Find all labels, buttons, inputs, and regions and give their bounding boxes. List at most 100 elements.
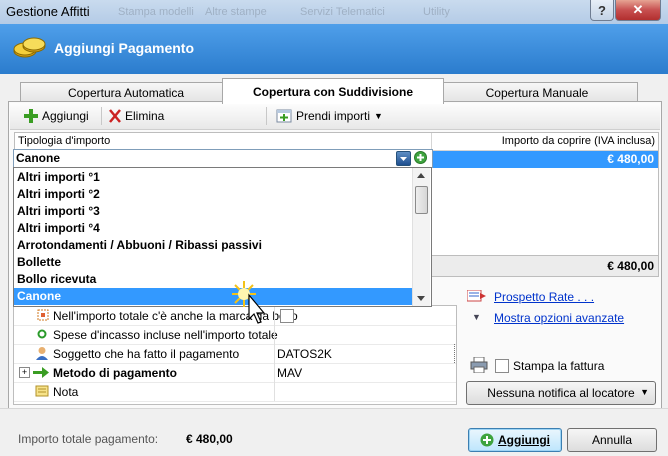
amount-type-combo[interactable]: Canone bbox=[13, 149, 433, 168]
dropdown-item[interactable]: Altri importi °3 bbox=[14, 203, 413, 220]
property-row-payment-method[interactable]: + Metodo di pagamento MAV bbox=[14, 363, 456, 383]
toolbar-divider bbox=[101, 107, 102, 125]
title-bar: Gestione Affitti Stampa modelli Altre st… bbox=[0, 0, 668, 24]
property-divider bbox=[274, 363, 275, 382]
scroll-down-button[interactable] bbox=[415, 292, 427, 304]
dropdown-item[interactable]: Arrotondamenti / Abbuoni / Ribassi passi… bbox=[14, 237, 413, 254]
print-invoice-label: Stampa la fattura bbox=[513, 359, 605, 373]
combo-dropdown-button[interactable] bbox=[396, 151, 411, 166]
scroll-thumb[interactable] bbox=[415, 186, 428, 214]
add-circle-icon bbox=[480, 433, 494, 447]
arrow-right-icon bbox=[33, 367, 49, 378]
dropdown-item[interactable]: Altri importi °2 bbox=[14, 186, 413, 203]
dialog-header: Aggiungi Pagamento bbox=[0, 24, 668, 74]
chevron-down-icon: ▼ bbox=[374, 111, 383, 121]
window-title: Gestione Affitti bbox=[6, 4, 90, 19]
add-payment-button[interactable]: Aggiungi bbox=[468, 428, 562, 452]
help-icon: ? bbox=[598, 2, 606, 18]
cancel-label: Annulla bbox=[591, 433, 633, 447]
help-button[interactable]: ? bbox=[590, 0, 614, 21]
combo-value: Canone bbox=[16, 151, 61, 165]
toolbar: Aggiungi Elimina Prendi importi ▼ bbox=[10, 103, 660, 130]
footer: Importo totale pagamento: € 480,00 Aggiu… bbox=[0, 408, 668, 456]
table-plus-icon bbox=[276, 109, 292, 123]
coins-icon bbox=[13, 37, 46, 58]
chevron-down-icon: ▼ bbox=[640, 387, 649, 397]
background-tab-4: Utility bbox=[423, 6, 450, 18]
total-payment-value: € 480,00 bbox=[186, 432, 233, 446]
tab-strip: Copertura Automatica Copertura con Suddi… bbox=[0, 74, 668, 104]
payment-method-value[interactable]: MAV bbox=[277, 366, 302, 380]
property-label: Nota bbox=[53, 385, 79, 399]
row-amount-value: € 480,00 bbox=[607, 152, 654, 166]
tab-automatic[interactable]: Copertura Automatica bbox=[20, 82, 232, 103]
cell-focus-border bbox=[454, 344, 456, 363]
column-type-header: Tipologia d'importo bbox=[18, 135, 111, 147]
printer-icon bbox=[470, 357, 488, 373]
property-row-fees[interactable]: Spese d'incasso incluse nell'importo tot… bbox=[14, 325, 456, 345]
expand-icon[interactable]: + bbox=[19, 367, 30, 378]
amount-type-dropdown: Altri importi °1 Altri importi °2 Altri … bbox=[13, 167, 432, 307]
background-tab-1: Stampa modelli bbox=[118, 6, 194, 18]
chevron-up-icon bbox=[417, 173, 425, 178]
print-invoice-checkbox[interactable] bbox=[495, 359, 509, 373]
property-row-note[interactable]: Nota bbox=[14, 382, 456, 402]
close-icon: ✕ bbox=[632, 2, 644, 17]
total-payment-label: Importo totale pagamento: bbox=[18, 432, 159, 446]
dialog-title: Aggiungi Pagamento bbox=[54, 40, 194, 56]
schedule-icon bbox=[466, 289, 487, 305]
chevron-down-icon bbox=[400, 157, 407, 161]
property-label: Metodo di pagamento bbox=[53, 366, 177, 380]
toolbar-divider bbox=[266, 107, 267, 125]
combo-add-button[interactable] bbox=[414, 151, 427, 164]
chevron-down-icon bbox=[417, 296, 425, 301]
grid-total-value: € 480,00 bbox=[607, 259, 654, 273]
property-divider bbox=[274, 344, 275, 363]
property-divider bbox=[274, 325, 275, 344]
delete-x-icon bbox=[109, 109, 121, 123]
payer-value[interactable]: DATOS2K bbox=[277, 347, 332, 361]
notification-select[interactable]: Nessuna notifica al locatore ▼ bbox=[466, 381, 656, 405]
background-tab-2: Altre stampe bbox=[205, 6, 267, 18]
dropdown-item[interactable]: Altri importi °4 bbox=[14, 220, 413, 237]
footer-divider bbox=[0, 408, 668, 409]
close-button[interactable]: ✕ bbox=[615, 0, 661, 21]
property-divider bbox=[274, 306, 275, 325]
delete-label: Elimina bbox=[125, 109, 165, 123]
dropdown-item[interactable]: Bollette bbox=[14, 254, 413, 271]
cancel-button[interactable]: Annulla bbox=[567, 428, 657, 452]
dropdown-item[interactable]: Altri importi °1 bbox=[14, 169, 413, 186]
property-divider bbox=[274, 382, 275, 401]
property-label: Spese d'incasso incluse nell'importo tot… bbox=[53, 328, 278, 342]
background-tab-3: Servizi Telematici bbox=[300, 6, 385, 18]
column-divider bbox=[431, 133, 432, 150]
property-label: Soggetto che ha fatto il pagamento bbox=[53, 347, 240, 361]
schedule-link[interactable]: Prospetto Rate . . . bbox=[494, 290, 594, 304]
scroll-up-button[interactable] bbox=[415, 170, 427, 182]
notification-select-value: Nessuna notifica al locatore bbox=[487, 386, 635, 400]
stamp-icon bbox=[37, 309, 49, 321]
person-icon bbox=[36, 347, 48, 360]
tab-subdivision-label: Copertura con Suddivisione bbox=[252, 84, 414, 99]
add-button[interactable]: Aggiungi bbox=[24, 107, 89, 125]
tab-automatic-label: Copertura Automatica bbox=[67, 86, 185, 100]
selected-row-amount[interactable]: € 480,00 bbox=[431, 151, 658, 168]
property-row-payer[interactable]: Soggetto che ha fatto il pagamento DATOS… bbox=[14, 344, 456, 364]
dropdown-scrollbar[interactable] bbox=[412, 168, 430, 306]
dropdown-item[interactable]: Bollo ricevuta bbox=[14, 271, 413, 288]
green-dot-icon bbox=[37, 329, 47, 339]
tab-manual[interactable]: Copertura Manuale bbox=[436, 82, 638, 103]
column-amount-header: Importo da coprire (IVA inclusa) bbox=[501, 135, 655, 147]
note-icon bbox=[35, 385, 49, 397]
stamp-included-checkbox[interactable] bbox=[280, 309, 294, 323]
advanced-options-link[interactable]: Mostra opzioni avanzate bbox=[494, 311, 624, 325]
chevron-down-icon: ▼ bbox=[472, 312, 481, 322]
add-circle-icon bbox=[414, 151, 427, 164]
dropdown-item-selected[interactable]: Canone bbox=[14, 288, 413, 305]
delete-button[interactable]: Elimina bbox=[109, 107, 164, 125]
tab-subdivision[interactable]: Copertura con Suddivisione bbox=[222, 78, 444, 104]
add-label: Aggiungi bbox=[42, 109, 89, 123]
fetch-amounts-button[interactable]: Prendi importi ▼ bbox=[276, 107, 383, 125]
add-payment-label: Aggiungi bbox=[498, 433, 550, 447]
fetch-amounts-label: Prendi importi bbox=[296, 109, 371, 123]
